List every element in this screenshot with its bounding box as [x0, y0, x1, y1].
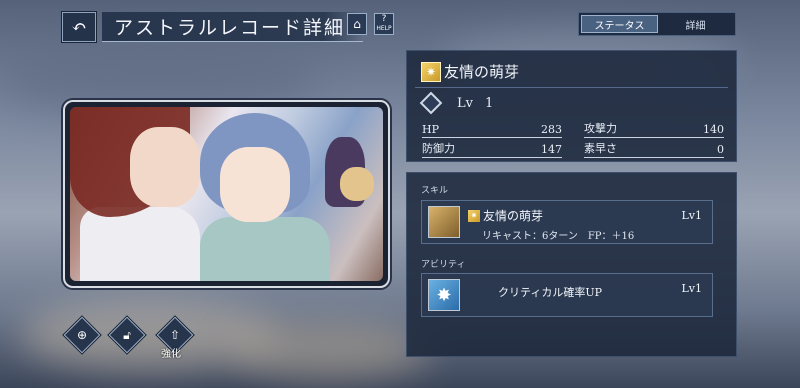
- page-title: アストラルレコード詳細: [102, 12, 364, 42]
- back-arrow-icon: ↶: [71, 16, 87, 38]
- sun-attribute-icon: ✷: [421, 61, 441, 82]
- home-icon: ⌂: [353, 16, 361, 31]
- ability-section-label: アビリティ: [421, 260, 466, 270]
- back-button[interactable]: ↶: [62, 12, 96, 42]
- skill-level: Lv1: [681, 209, 702, 222]
- stat-label: 素早さ: [584, 142, 617, 155]
- card-illustration-frame[interactable]: [63, 100, 390, 288]
- art-shape: [80, 207, 200, 281]
- zoom-in-icon: ⊕: [76, 328, 88, 342]
- skill-entry[interactable]: ✷ 友情の萌芽 リキャスト：6ターン FP：＋16 Lv1: [421, 200, 713, 244]
- level-value: 1: [484, 95, 494, 111]
- upgrade-arrow-icon: ⇧: [169, 328, 181, 342]
- stat-attack: 攻撃力 140: [584, 120, 724, 138]
- level-row: Lv 1: [419, 91, 494, 115]
- help-label: HELP: [376, 25, 392, 32]
- level-label: Lv: [457, 95, 473, 111]
- header: ↶ アストラルレコード詳細: [62, 10, 364, 44]
- skill-book-icon: [428, 206, 460, 238]
- art-shape: [200, 217, 330, 281]
- home-button[interactable]: ⌂: [347, 13, 367, 35]
- ability-level: Lv1: [681, 282, 702, 295]
- card-name-row: ✷ 友情の萌芽: [421, 61, 519, 82]
- stat-label: 攻撃力: [584, 122, 617, 135]
- sun-attribute-icon: ✷: [468, 209, 480, 222]
- divider: [415, 87, 728, 88]
- skill-section-label: スキル: [421, 186, 449, 196]
- cloud-decoration: [230, 320, 430, 380]
- stat-defense: 防御力 147: [422, 140, 562, 158]
- stat-value: 283: [541, 123, 562, 136]
- card-name: 友情の萌芽: [444, 63, 520, 81]
- level-diamond-icon: [419, 91, 443, 115]
- card-illustration: [70, 107, 383, 281]
- tab-status[interactable]: ステータス: [581, 15, 658, 33]
- stat-label: HP: [422, 123, 439, 136]
- ability-name: クリティカル確率UP: [498, 286, 603, 299]
- skill-name-row: ✷ 友情の萌芽: [468, 207, 543, 224]
- tab-bar: ステータス 詳細: [578, 12, 736, 36]
- stat-value: 140: [703, 123, 724, 136]
- skill-name: 友情の萌芽: [483, 209, 544, 223]
- upgrade-label: 強化: [161, 349, 181, 360]
- stat-label: 防御力: [422, 142, 455, 155]
- skill-ability-panel: スキル ✷ 友情の萌芽 リキャスト：6ターン FP：＋16 Lv1 アビリティ …: [406, 172, 737, 357]
- stat-value: 0: [717, 143, 724, 156]
- stat-value: 147: [541, 143, 562, 156]
- tab-details[interactable]: 詳細: [658, 15, 733, 33]
- stat-speed: 素早さ 0: [584, 140, 724, 158]
- art-shape: [130, 127, 200, 207]
- stat-hp: HP 283: [422, 120, 562, 138]
- critical-burst-icon: ✸: [428, 279, 460, 311]
- ability-entry[interactable]: ✸ クリティカル確率UP Lv1: [421, 273, 713, 317]
- help-button[interactable]: ? HELP: [374, 13, 394, 35]
- unlock-icon: 🔓︎: [123, 327, 131, 342]
- skill-detail: リキャスト：6ターン FP：＋16: [482, 231, 635, 242]
- art-shape: [340, 167, 374, 201]
- art-shape: [220, 147, 290, 222]
- question-icon: ?: [381, 14, 387, 24]
